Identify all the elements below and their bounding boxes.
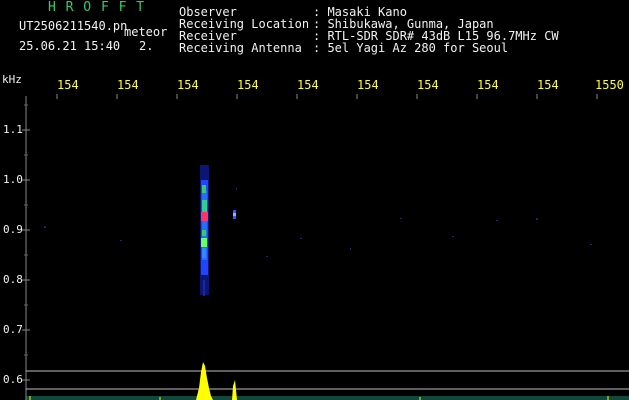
x-tick-marks: [56, 94, 598, 99]
spectrum-peak-secondary: [232, 380, 237, 400]
noise-speckle: [44, 188, 592, 257]
spectrogram-plot: [22, 94, 629, 400]
meteor-echo: [200, 165, 236, 296]
spectrum-baseline: [26, 396, 629, 400]
spectrum-peak: [196, 362, 213, 400]
